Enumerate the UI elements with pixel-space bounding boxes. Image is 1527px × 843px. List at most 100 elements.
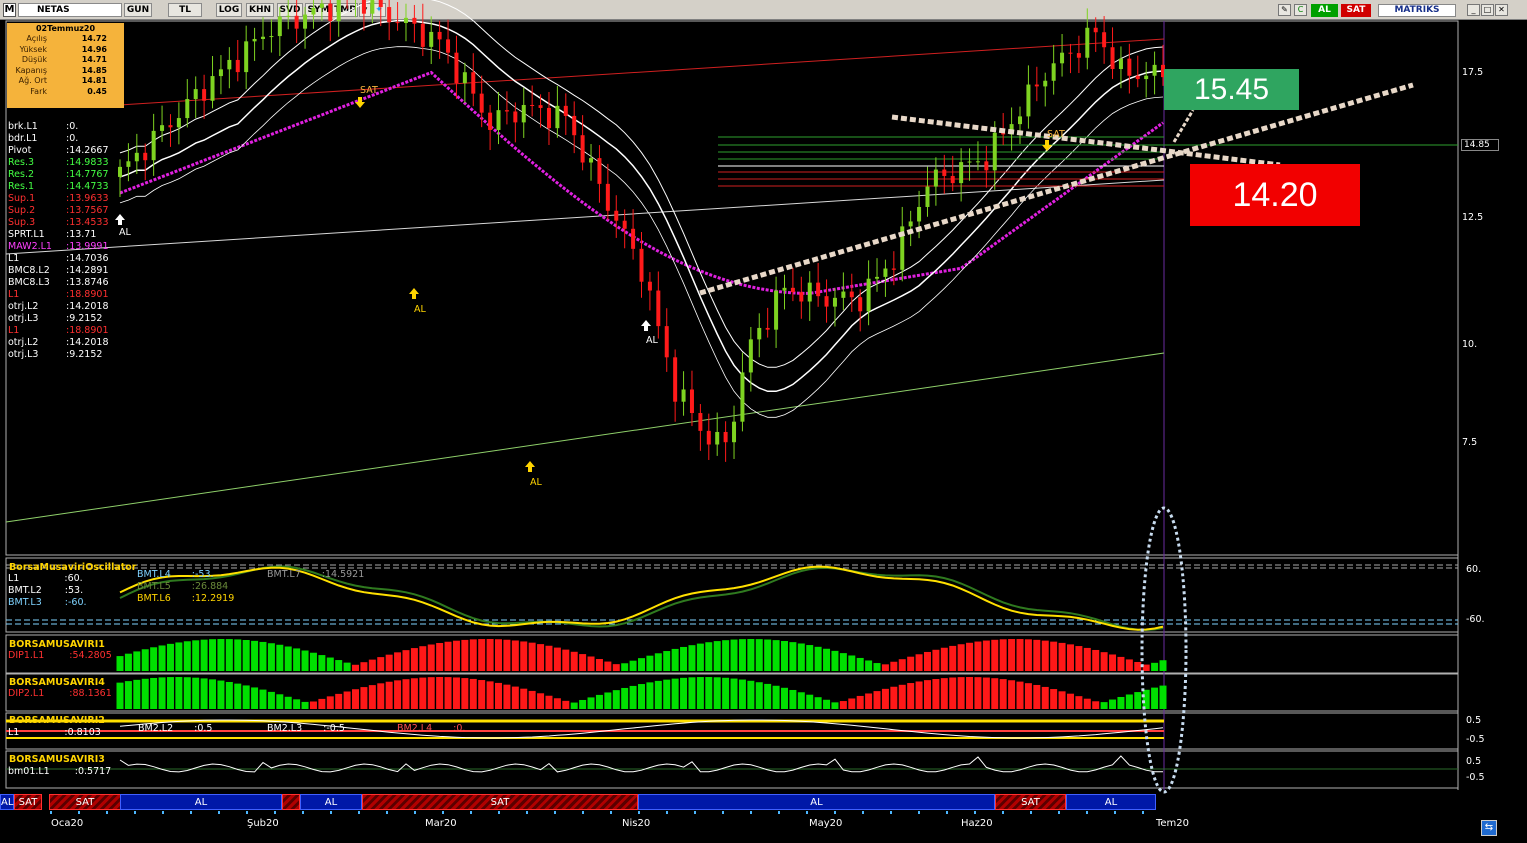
candle-body xyxy=(160,125,165,131)
bm1-histogram-bar xyxy=(1125,659,1133,671)
candle-body xyxy=(454,52,459,84)
bm4-histogram-bar xyxy=(234,683,242,709)
candle-body xyxy=(639,248,644,282)
bm1-histogram-bar xyxy=(1050,641,1058,671)
bm1-histogram-bar xyxy=(957,644,965,671)
bm4-histogram-bar xyxy=(764,683,772,709)
bm4-histogram-bar xyxy=(722,677,730,709)
legend-key: otrj.L2 xyxy=(8,337,39,348)
date-tick xyxy=(190,811,192,814)
bm1-histogram-bar xyxy=(352,664,360,671)
bm4-histogram-bar xyxy=(284,696,292,709)
legend-key: SPRT.L1 xyxy=(8,229,45,240)
bm1-histogram-bar xyxy=(1033,639,1041,671)
bm4-histogram-bar xyxy=(966,677,974,709)
date-tick xyxy=(610,811,612,814)
legend-row: Res.1:14.4733 xyxy=(8,181,109,193)
legend-key: Pivot xyxy=(8,145,32,156)
bm1-histogram-bar xyxy=(898,659,906,671)
bm4-histogram-bar xyxy=(1125,694,1133,709)
bm1-histogram-bar xyxy=(402,650,410,671)
bm1-histogram-bar xyxy=(200,639,208,671)
bm4-histogram-bar xyxy=(553,698,561,709)
candle-body xyxy=(1118,58,1123,70)
bm4-histogram-bar xyxy=(621,687,629,709)
date-tick xyxy=(1086,811,1088,814)
info-value: 14.71 xyxy=(81,55,107,64)
legend-value: :9.2152 xyxy=(66,349,103,360)
sync-icon[interactable]: ⇆ xyxy=(1481,820,1497,836)
bm4-histogram-bar xyxy=(452,677,460,709)
bm4-histogram-bar xyxy=(688,677,696,709)
bm1-histogram-bar xyxy=(343,662,351,671)
bm1-histogram-bar xyxy=(444,641,452,671)
candle-body xyxy=(176,118,181,128)
bm1-histogram-bar xyxy=(621,663,629,671)
candle-body xyxy=(631,228,636,249)
bm1-histogram-bar xyxy=(1066,644,1074,671)
bm1-histogram-bar xyxy=(537,644,545,671)
date-tick xyxy=(526,811,528,814)
bm4-histogram-bar xyxy=(394,680,402,709)
bm1-histogram-bar xyxy=(124,653,132,671)
date-tick xyxy=(498,811,500,814)
candle-body xyxy=(378,0,383,8)
legend-row: BMC8.L2:14.2891 xyxy=(8,265,109,277)
bm1-histogram-bar xyxy=(688,645,696,671)
date-tick xyxy=(246,811,248,814)
legend-value: :14.4733 xyxy=(66,181,109,192)
bm4-histogram-bar xyxy=(318,698,326,709)
candle-body xyxy=(488,112,493,130)
candle-body xyxy=(1076,53,1081,58)
bm1-histogram-bar xyxy=(284,646,292,671)
bm1-histogram-bar xyxy=(839,653,847,671)
legend-value: :9.2152 xyxy=(66,313,103,324)
sell-signal-segment: SAT xyxy=(995,794,1066,810)
candle-body xyxy=(841,291,846,298)
candle-body xyxy=(1144,75,1149,80)
bm1-histogram-bar xyxy=(326,657,334,671)
bm4-histogram-bar xyxy=(469,678,477,709)
candle-body xyxy=(706,430,711,445)
bm4-histogram-bar xyxy=(444,677,452,709)
bm1-histogram-bar xyxy=(335,660,343,671)
date-tick xyxy=(1142,811,1144,814)
bm4-histogram-bar xyxy=(1058,691,1066,709)
candle-body xyxy=(849,291,854,298)
bm4-histogram-bar xyxy=(612,690,620,709)
candle-body xyxy=(647,281,652,291)
bm4-histogram-bar xyxy=(940,678,948,709)
bm1-histogram-bar xyxy=(209,639,217,671)
bm1-histogram-bar xyxy=(259,641,267,671)
legend-row: otrj.L3:9.2152 xyxy=(8,349,102,361)
bm1-histogram-bar xyxy=(654,653,662,671)
candle-body xyxy=(479,93,484,113)
last-price-marker: 14.85 xyxy=(1461,139,1499,151)
bm4-histogram-bar xyxy=(360,687,368,709)
bm1-histogram-bar xyxy=(452,640,460,671)
candle-body xyxy=(151,130,156,161)
osc-axis-tick: 60. xyxy=(1466,564,1482,575)
legend-key: BMC8.L2 xyxy=(8,265,50,276)
date-label: Haz20 xyxy=(961,818,993,829)
bm1-histogram-bar xyxy=(133,651,141,671)
bm4-histogram-bar xyxy=(402,679,410,709)
legend-row: Sup.1:13.9633 xyxy=(8,193,109,205)
candle-body xyxy=(597,158,602,184)
info-row: Kapanış 14.85 xyxy=(7,66,124,77)
bm1-histogram-bar xyxy=(612,664,620,671)
bm4-histogram-bar xyxy=(1075,696,1083,709)
bm1-histogram-bar xyxy=(1109,654,1117,671)
bm1-histogram-bar xyxy=(696,643,704,671)
price-chart[interactable] xyxy=(0,0,1527,843)
buy-arrow-icon xyxy=(641,320,651,331)
bm4-histogram-bar xyxy=(377,683,385,709)
bm1-histogram-bar xyxy=(671,648,679,671)
bm4-histogram-bar xyxy=(1008,680,1016,709)
buy-signal-label: AL xyxy=(646,335,658,346)
candle-body xyxy=(689,389,694,414)
date-label: Tem20 xyxy=(1156,818,1190,829)
bm1-histogram-bar xyxy=(1024,639,1032,671)
bm4-histogram-bar xyxy=(848,698,856,709)
legend-value: :14.2018 xyxy=(66,301,109,312)
